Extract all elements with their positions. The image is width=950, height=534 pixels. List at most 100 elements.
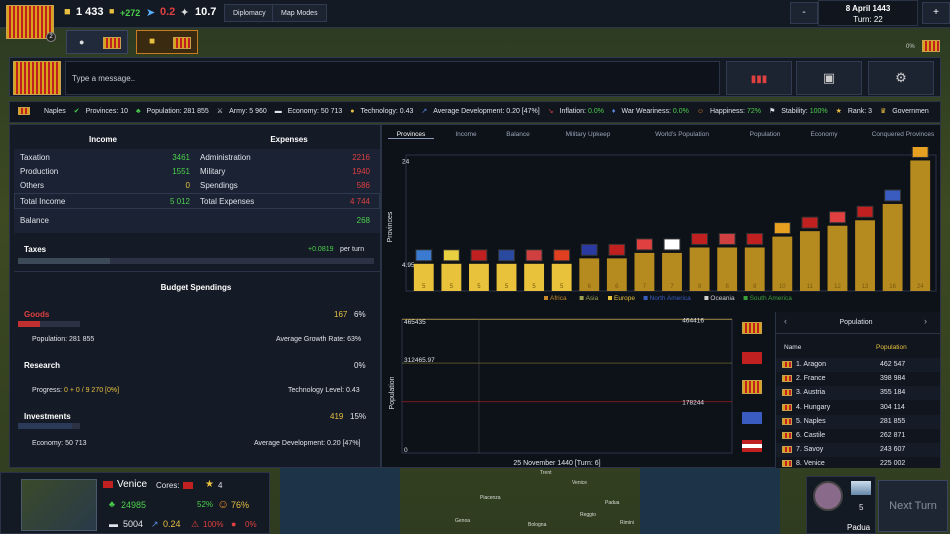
production-value: 1551 xyxy=(172,167,190,176)
table-row[interactable]: 3. Austria 355 184 xyxy=(776,386,940,401)
stat-stability-label: Stability: xyxy=(781,108,808,115)
tab-budget[interactable]: ■ xyxy=(136,30,198,54)
taxes-slider[interactable] xyxy=(18,258,374,264)
table-row[interactable]: 8. Venice 225 002 xyxy=(776,457,940,471)
tab-worlds-population[interactable]: World's Population xyxy=(646,131,718,138)
goods-growth: Average Growth Rate: 63% xyxy=(276,336,362,343)
row-name: 6. Castile xyxy=(796,432,826,439)
research-pct: 0% xyxy=(354,361,366,370)
spendings-label: Spendings xyxy=(200,181,238,190)
balance-value: 268 xyxy=(356,216,370,225)
coins-icon: ■ xyxy=(109,6,115,16)
y-tick-label: 4.95 xyxy=(402,262,415,269)
y-tick-label: 0 xyxy=(404,447,408,454)
tab-flag xyxy=(173,37,191,49)
bar-data-label: 16 xyxy=(889,284,896,290)
tab-balance[interactable]: Balance xyxy=(498,131,538,138)
table-row[interactable]: 6. Castile 262 871 xyxy=(776,429,940,443)
research-progress: 0 + 0 / 9 270 [0%] xyxy=(64,387,120,394)
tab-military-upkeep[interactable]: Military Upkeep xyxy=(558,131,618,138)
table-row[interactable]: 4. Hungary 304 114 xyxy=(776,401,940,415)
tab-income[interactable]: Income xyxy=(446,131,486,138)
prev-button[interactable]: ‹ xyxy=(784,316,787,326)
balance-label: Balance xyxy=(20,216,49,225)
population-table: ‹ Population › Name Population 1. Aragon… xyxy=(775,312,940,468)
tab-provinces[interactable]: Provinces xyxy=(388,131,434,139)
diplomacy-button[interactable]: Diplomacy xyxy=(224,4,275,22)
map-label: Piacenza xyxy=(480,495,501,501)
signal-button[interactable]: ▮▮▮ xyxy=(726,61,792,95)
country-name: Naples xyxy=(43,108,66,115)
economy-icon: ▬ xyxy=(274,108,282,115)
top-bar: 2 ■ 1 433 ■ +272 ➤ 0.2 ✦ 10.7 Diplomacy … xyxy=(0,0,950,42)
manpower-value: 0.2 xyxy=(160,6,176,18)
core-flag xyxy=(183,482,193,489)
unit-icon[interactable] xyxy=(851,481,871,495)
table-row[interactable]: 7. Savoy 243 607 xyxy=(776,443,940,458)
tab-conquered-provinces[interactable]: Conquered Provinces xyxy=(866,131,940,138)
minimap[interactable] xyxy=(21,479,97,531)
table-row[interactable]: 2. France 398 984 xyxy=(776,372,940,386)
gold-icon: ■ xyxy=(64,6,71,18)
army-icon: ⚔ xyxy=(216,108,224,115)
coins-icon: ■ xyxy=(149,36,156,47)
stat-government: Governmen xyxy=(892,108,929,115)
tab-overview[interactable]: ● xyxy=(66,30,128,54)
current-date: 8 April 1443 xyxy=(845,4,891,13)
y-axis-label: Provinces xyxy=(387,211,394,242)
total-expenses-value: 4 744 xyxy=(349,197,370,206)
research-progress-label: Progress: xyxy=(32,387,62,394)
taxes-label: Taxes xyxy=(24,245,47,254)
lightbulb-icon: ● xyxy=(79,37,85,47)
stat-army: Army: 5 960 xyxy=(229,108,267,115)
row-flag xyxy=(782,403,792,411)
province-panel: Venice Cores: ★ 4 ♣ 24985 52% ☺ 76% ▬ 50… xyxy=(0,472,270,534)
research-label: Research xyxy=(24,361,61,370)
total-income-value: 5 012 xyxy=(169,197,190,206)
flag-austria xyxy=(742,440,762,452)
tab-economy[interactable]: Economy xyxy=(802,131,846,138)
legend-label: North America xyxy=(650,295,692,302)
map-modes-button[interactable]: Map Modes xyxy=(272,4,327,22)
crown-icon: ♛ xyxy=(879,108,887,115)
speed-down-button[interactable]: - xyxy=(790,2,818,24)
map-label: Venice xyxy=(572,480,588,486)
chart2-flags xyxy=(740,318,770,466)
table-row[interactable]: 1. Aragon 462 547 xyxy=(776,358,940,372)
row-name: 5. Naples xyxy=(796,417,826,425)
row-value: 262 871 xyxy=(880,432,906,439)
legend-label: Asia xyxy=(586,295,599,302)
table-row[interactable]: 5. Naples 281 855 xyxy=(776,414,940,429)
stat-economy: Economy: 50 713 xyxy=(287,108,343,115)
investments-value: 419 xyxy=(330,412,344,421)
timer-icon xyxy=(813,481,843,511)
bar-data-label: 24 xyxy=(917,284,924,290)
bar-flag xyxy=(498,249,515,262)
message-input[interactable]: Type a message.. xyxy=(65,61,720,95)
unrest-icon: ⚠ xyxy=(191,519,200,529)
bar-data-label: 10 xyxy=(779,284,786,290)
goods-slider[interactable] xyxy=(18,321,80,327)
tab-population[interactable]: Population xyxy=(740,131,790,138)
next-turn-button[interactable]: Next Turn xyxy=(878,480,948,532)
economy-icon: ▬ xyxy=(109,519,118,529)
map-label: Padua xyxy=(605,500,620,506)
bar-data-label: 13 xyxy=(862,284,869,290)
stat-provinces: Provinces: 10 xyxy=(85,108,128,115)
flag-france xyxy=(742,412,762,424)
speed-up-button[interactable]: + xyxy=(922,2,950,24)
next-button[interactable]: › xyxy=(924,316,927,326)
bar-flag xyxy=(718,232,736,245)
prestige-value: 10.7 xyxy=(195,6,217,18)
save-button[interactable]: ▣ xyxy=(796,61,862,95)
bar xyxy=(910,160,931,291)
investments-slider[interactable] xyxy=(18,423,80,429)
taxes-suffix: per turn xyxy=(340,246,365,253)
bar-flag xyxy=(553,249,571,262)
investments-label: Investments xyxy=(24,412,71,421)
row-value: 281 855 xyxy=(880,417,906,425)
settings-button[interactable]: ⚙ xyxy=(868,61,934,95)
total-expenses-label: Total Expenses xyxy=(200,197,255,206)
gear-icon: ⚙ xyxy=(895,70,907,85)
flag-naples xyxy=(742,380,762,394)
